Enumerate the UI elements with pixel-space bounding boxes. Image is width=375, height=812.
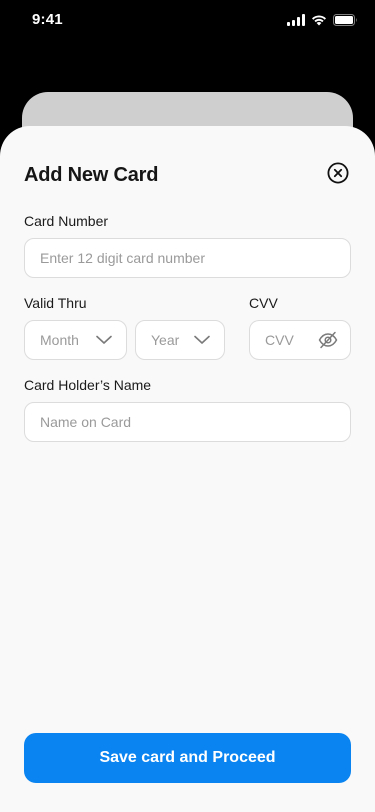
chevron-down-icon <box>96 335 112 345</box>
holder-name-label: Card Holder’s Name <box>24 377 152 393</box>
year-placeholder: Year <box>151 332 180 348</box>
card-number-placeholder: Enter 12 digit card number <box>40 250 205 266</box>
card-number-field[interactable]: Enter 12 digit card number <box>24 238 351 278</box>
close-circle-icon <box>327 161 349 189</box>
holder-name-field[interactable]: Name on Card <box>24 402 351 442</box>
close-button[interactable] <box>326 161 350 189</box>
status-bar: 9:41 <box>0 0 375 44</box>
eye-off-icon[interactable] <box>318 331 338 349</box>
card-number-label: Card Number <box>24 213 109 229</box>
cvv-label: CVV <box>249 295 278 311</box>
cvv-placeholder: CVV <box>265 332 294 348</box>
holder-name-placeholder: Name on Card <box>40 414 132 430</box>
month-select[interactable]: Month <box>24 320 127 360</box>
battery-icon <box>333 14 358 26</box>
year-select[interactable]: Year <box>135 320 225 360</box>
signal-icon <box>287 14 305 26</box>
chevron-down-icon <box>194 335 210 345</box>
wifi-icon <box>311 14 327 26</box>
valid-thru-label: Valid Thru <box>24 295 87 311</box>
status-icons <box>287 14 358 26</box>
add-card-sheet: Add New Card Card Number Enter 12 digit … <box>0 126 375 812</box>
screen: 9:41 Add New Card Card Number Enter 12 d… <box>0 0 375 812</box>
status-time: 9:41 <box>32 11 63 28</box>
sheet-title: Add New Card <box>24 164 159 186</box>
month-placeholder: Month <box>40 332 79 348</box>
save-card-button[interactable]: Save card and Proceed <box>24 733 351 783</box>
cvv-field[interactable]: CVV <box>249 320 351 360</box>
